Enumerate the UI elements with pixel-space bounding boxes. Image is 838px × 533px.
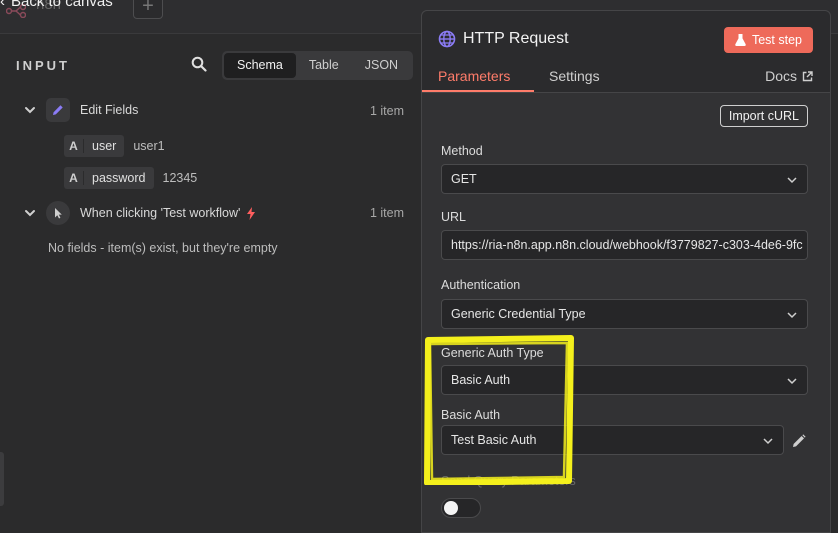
schema-field-password[interactable]: A password 12345	[64, 167, 197, 189]
input-panel-title: INPUT	[16, 58, 70, 73]
empty-fields-message: No fields - item(s) exist, but they're e…	[48, 241, 278, 255]
input-panel: INPUT Schema Table JSON Edit Fields 1 it…	[0, 34, 421, 533]
string-type-icon: A	[64, 139, 84, 153]
edit-credential-icon[interactable]	[792, 434, 806, 448]
tab-settings[interactable]: Settings	[549, 68, 600, 84]
tab-schema[interactable]: Schema	[224, 53, 296, 78]
node-name: Edit Fields	[80, 103, 139, 117]
back-to-canvas-label: Back to canvas	[11, 0, 113, 10]
field-pill[interactable]: A user	[64, 135, 125, 157]
pencil-icon	[46, 98, 70, 122]
item-count: 1 item	[369, 104, 404, 118]
schema-node-edit-fields[interactable]: Edit Fields	[24, 98, 138, 122]
method-select[interactable]: GET	[441, 164, 808, 194]
highlight-annotation	[424, 335, 574, 485]
test-step-label: Test step	[751, 33, 802, 47]
field-pill[interactable]: A password	[64, 167, 154, 189]
tab-table[interactable]: Table	[296, 53, 352, 78]
node-name: When clicking 'Test workflow'	[80, 206, 241, 220]
field-value: user1	[133, 139, 165, 153]
import-curl-button[interactable]: Import cURL	[719, 105, 808, 127]
add-node-button[interactable]: +	[133, 0, 163, 19]
authentication-label: Authentication	[441, 278, 521, 292]
authentication-value: Generic Credential Type	[451, 307, 586, 321]
url-input[interactable]: https://ria-n8n.app.n8n.cloud/webhook/f3…	[441, 230, 808, 260]
panel-resize-handle[interactable]	[0, 452, 4, 506]
chevron-down-icon	[787, 312, 797, 319]
item-count: 1 item	[369, 206, 404, 220]
method-label: Method	[441, 144, 483, 158]
tab-json[interactable]: JSON	[352, 53, 411, 78]
toggle-knob	[444, 501, 458, 515]
test-step-button[interactable]: Test step	[723, 27, 813, 53]
field-name: user	[92, 139, 117, 153]
active-tab-indicator	[422, 90, 534, 92]
chevron-down-icon	[763, 438, 773, 445]
cursor-icon	[46, 201, 70, 225]
back-arrow-icon: ‹	[0, 0, 5, 10]
chevron-down-icon	[787, 177, 797, 184]
flask-icon	[735, 34, 746, 46]
method-value: GET	[451, 172, 477, 186]
node-title[interactable]: HTTP Request	[463, 30, 569, 48]
view-mode-tabs: Schema Table JSON	[222, 51, 414, 80]
chevron-down-icon[interactable]	[24, 207, 36, 219]
schema-field-user[interactable]: A user user1	[64, 135, 165, 157]
lightning-bolt-icon	[247, 206, 256, 220]
url-label: URL	[441, 210, 467, 224]
authentication-select[interactable]: Generic Credential Type	[441, 299, 808, 329]
search-icon[interactable]	[191, 56, 207, 72]
field-value: 12345	[162, 171, 198, 185]
back-to-canvas-link[interactable]: ‹ Back to canvas	[0, 0, 113, 10]
string-type-icon: A	[64, 171, 84, 185]
tab-parameters[interactable]: Parameters	[438, 68, 510, 84]
send-query-toggle[interactable]	[441, 498, 481, 518]
schema-node-manual-trigger[interactable]: When clicking 'Test workflow'	[24, 201, 256, 225]
field-name: password	[92, 171, 146, 185]
docs-label: Docs	[765, 68, 797, 84]
chevron-down-icon	[787, 378, 797, 385]
globe-icon	[438, 30, 456, 48]
url-value: https://ria-n8n.app.n8n.cloud/webhook/f3…	[451, 238, 803, 252]
chevron-down-icon[interactable]	[24, 104, 36, 116]
external-link-icon	[802, 70, 813, 81]
node-panel-header: HTTP Request Test step Parameters Settin…	[422, 11, 830, 93]
docs-link[interactable]: Docs	[765, 68, 813, 84]
